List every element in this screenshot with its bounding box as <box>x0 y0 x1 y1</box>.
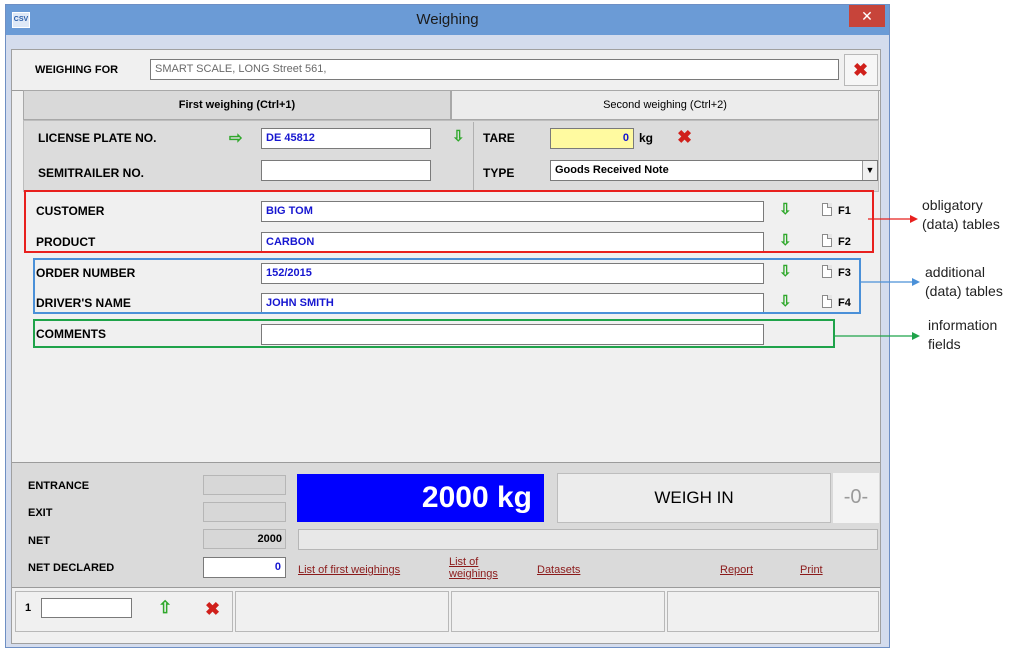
annotation-arrows <box>833 215 920 340</box>
annotation-line: information <box>928 317 998 333</box>
additional-annotation: additional (data) tables <box>925 263 1003 301</box>
information-annotation: information fields <box>928 316 997 354</box>
annotation-line: obligatory <box>922 197 983 213</box>
obligatory-annotation: obligatory (data) tables <box>922 196 1000 234</box>
annotation-line: fields <box>928 336 961 352</box>
annotation-line: (data) tables <box>925 283 1003 299</box>
annotation-line: (data) tables <box>922 216 1000 232</box>
annotation-line: additional <box>925 264 985 280</box>
